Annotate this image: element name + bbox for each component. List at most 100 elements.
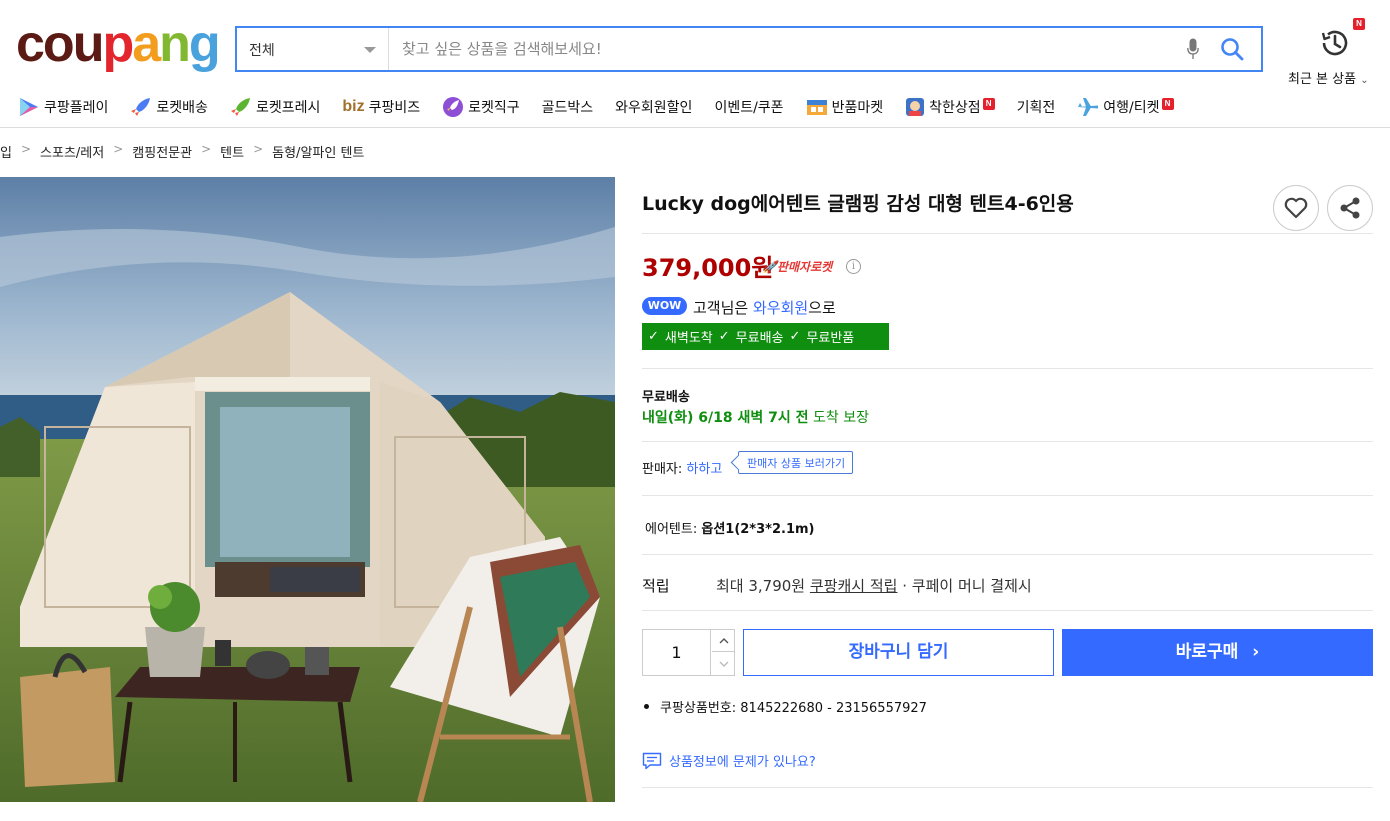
category-nav: 쿠팡플레이 로켓배송 로켓프레시 biz 쿠팡비즈 로켓직구 골드박스 와우회원… [18, 94, 1196, 120]
search-icon[interactable] [1220, 37, 1244, 61]
nav-label: 와우회원할인 [615, 100, 693, 116]
nav-item-goldbox[interactable]: 골드박스 [542, 97, 594, 117]
chevron-right-icon: › [1252, 642, 1260, 662]
quantity-input[interactable]: 1 [643, 630, 711, 675]
search-input[interactable] [390, 28, 1150, 70]
nav-label: 반품마켓 [831, 100, 884, 116]
nav-item-return-market[interactable]: 반품마켓 [806, 97, 884, 117]
heart-icon [1284, 197, 1308, 219]
rocket-icon [131, 98, 151, 116]
wow-message-suffix: 으로 [808, 299, 836, 317]
divider [642, 368, 1373, 369]
product-number: 쿠팡상품번호: 8145222680 - 23156557927 [644, 697, 927, 716]
quantity-increase-button[interactable] [712, 630, 735, 652]
nav-item-rocket-delivery[interactable]: 로켓배송 [130, 97, 208, 117]
chevron-down-icon [719, 661, 728, 667]
delivery-estimate: 내일(화) 6/18 새벽 7시 전 도착 보장 [642, 407, 869, 427]
chevron-down-icon: ⌄ [1360, 75, 1369, 86]
nav-item-rocket-fresh[interactable]: 로켓프레시 [230, 97, 320, 117]
nav-label: 기획전 [1016, 100, 1056, 116]
points-suffix: · 쿠페이 머니 결제시 [897, 577, 1032, 595]
divider [642, 441, 1373, 442]
play-icon [20, 98, 38, 116]
breadcrumb-item[interactable]: 돔형/알파인 텐트 [272, 142, 364, 161]
logo-letter: p [102, 15, 134, 73]
divider [642, 554, 1373, 555]
recent-products[interactable]: N 최근 본 상품 ⌄ [1286, 18, 1386, 92]
coupang-logo[interactable]: coupang [16, 15, 221, 73]
chevron-right-icon: > [201, 142, 212, 156]
breadcrumb-item[interactable]: 입 [0, 142, 12, 161]
logo-letter: g [188, 15, 221, 73]
wow-message: 고객님은 와우회원으로 [693, 297, 836, 318]
category-select[interactable]: 전체 [237, 28, 389, 70]
wishlist-button[interactable] [1273, 185, 1319, 231]
quantity-decrease-button[interactable] [712, 653, 735, 675]
nav-label: 로켓프레시 [255, 100, 321, 116]
logo-letter: o [42, 15, 75, 73]
recent-products-text: 최근 본 상품 [1288, 72, 1357, 87]
divider [642, 495, 1373, 496]
points-label: 적립 [642, 577, 670, 595]
option-value: 옵션1(2*3*2.1m) [701, 522, 815, 537]
nav-item-coupang-biz[interactable]: biz 쿠팡비즈 [342, 97, 420, 117]
rocket-icon: 🚀 [762, 260, 777, 274]
nav-item-events-coupons[interactable]: 이벤트/쿠폰 [714, 97, 783, 117]
return-market-icon [806, 100, 827, 115]
share-button[interactable] [1327, 185, 1373, 231]
product-image[interactable] [0, 177, 615, 802]
shipping-label: 무료배송 [642, 390, 690, 405]
biz-icon: biz [342, 98, 365, 115]
divider [642, 610, 1373, 611]
seller-name-link[interactable]: 하하고 [686, 462, 722, 477]
selected-option[interactable]: 에어텐트: 옵션1(2*3*2.1m) [645, 518, 814, 537]
share-icon [1340, 197, 1360, 219]
wow-message-prefix: 고객님은 [693, 299, 753, 317]
nav-label: 쿠팡플레이 [44, 100, 109, 116]
nav-item-special-exhibit[interactable]: 기획전 [1017, 97, 1056, 117]
coupang-cash-link[interactable]: 쿠팡캐시 적립 [810, 577, 898, 595]
nav-item-travel-tickets[interactable]: 여행/티켓 N [1077, 97, 1174, 117]
new-badge: N [1161, 98, 1174, 110]
history-clock-icon [1321, 30, 1348, 56]
quantity-stepper: 1 [642, 629, 735, 676]
report-issue-link[interactable]: 상품정보에 문제가 있나요? [642, 751, 816, 770]
microphone-icon[interactable] [1187, 38, 1199, 60]
delivery-date: 내일(화) 6/18 새벽 7시 전 [642, 410, 809, 426]
breadcrumb-item[interactable]: 텐트 [220, 142, 244, 161]
nav-label: 여행/티켓 [1103, 100, 1160, 116]
logo-letter: c [16, 15, 45, 73]
nav-item-coupang-play[interactable]: 쿠팡플레이 [18, 97, 108, 117]
report-issue-label: 상품정보에 문제가 있나요? [669, 755, 816, 770]
breadcrumb-item[interactable]: 캠핑전문관 [132, 142, 192, 161]
nav-label: 쿠팡비즈 [368, 100, 421, 116]
nav-item-wow-discount[interactable]: 와우회원할인 [615, 97, 692, 117]
breadcrumb-item[interactable]: 스포츠/레저 [40, 142, 104, 161]
price: 379,000원 [642, 254, 774, 282]
buy-now-button[interactable]: 바로구매 › [1062, 629, 1373, 676]
seller-products-link[interactable]: 판매자 상품 보러가기 [738, 451, 854, 474]
option-label: 에어텐트: [645, 522, 702, 537]
benefit-label: 새벽도착 [664, 331, 713, 346]
divider [642, 787, 1373, 788]
wow-member-link[interactable]: 와우회원 [753, 299, 808, 317]
new-badge: N [1353, 18, 1365, 30]
recent-products-label: 최근 본 상품 ⌄ [1288, 68, 1369, 87]
nav-label: 로켓직구 [468, 100, 520, 116]
product-title: Lucky dog에어텐트 글램핑 감성 대형 텐트4-6인용 [642, 193, 1074, 215]
good-store-icon [906, 98, 925, 116]
nav-label: 골드박스 [541, 100, 594, 116]
check-icon: ✓ [718, 329, 730, 344]
nav-item-rocket-global[interactable]: 로켓직구 [442, 96, 520, 118]
chevron-right-icon: > [20, 142, 32, 156]
benefit-label: 무료배송 [735, 331, 784, 346]
nav-label: 착한상점 [929, 100, 981, 116]
add-to-cart-button[interactable]: 장바구니 담기 [743, 629, 1054, 676]
new-badge: N [982, 98, 995, 110]
buy-now-label: 바로구매 [1175, 642, 1239, 662]
check-icon: ✓ [648, 329, 659, 344]
info-icon[interactable]: i [846, 259, 861, 274]
delivery-guarantee: 도착 보장 [808, 410, 869, 426]
nav-item-good-store[interactable]: 착한상점 N [905, 97, 995, 117]
category-select-value: 전체 [249, 43, 275, 59]
